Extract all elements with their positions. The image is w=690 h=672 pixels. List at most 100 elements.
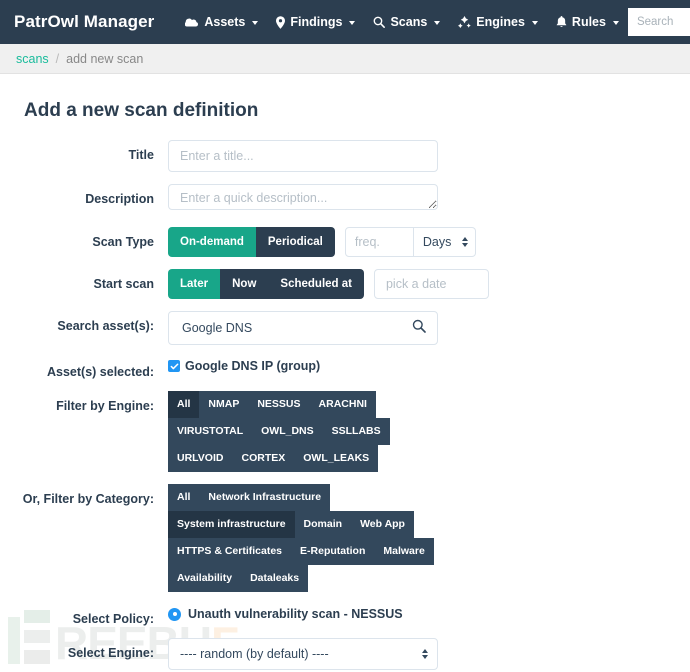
- scan-definition-form: Add a new scan definition Title Descript…: [0, 74, 690, 672]
- engine-filter-urlvoid[interactable]: URLVOID: [168, 445, 233, 472]
- category-filter-all[interactable]: All: [168, 484, 200, 511]
- top-navbar: PatrOwl Manager Assets Findings Scans En…: [0, 0, 690, 44]
- category-filter-availability[interactable]: Availability: [168, 565, 242, 592]
- label-title: Title: [128, 148, 154, 162]
- nav-item-scans-label: Scans: [390, 15, 428, 29]
- label-scan-type: Scan Type: [92, 235, 154, 249]
- engine-filter-nmap[interactable]: NMAP: [199, 391, 249, 418]
- nav-item-engines[interactable]: Engines: [449, 9, 547, 35]
- breadcrumb: scans / add new scan: [0, 44, 690, 74]
- label-assets-selected: Asset(s) selected:: [47, 365, 154, 379]
- policy-option: Unauth vulnerability scan - NESSUS: [168, 604, 670, 621]
- chevron-down-icon: [531, 21, 538, 25]
- engine-filter-all[interactable]: All: [168, 391, 200, 418]
- start-date-input[interactable]: [373, 269, 489, 299]
- category-filter-malware[interactable]: Malware: [374, 538, 434, 565]
- asset-checkbox[interactable]: [168, 360, 180, 372]
- nav-item-engines-label: Engines: [476, 15, 525, 29]
- cloud-icon: [185, 17, 199, 28]
- frequency-group: Days: [344, 227, 476, 257]
- asset-selected-label: Google DNS IP (group): [185, 359, 321, 373]
- title-input[interactable]: [168, 140, 438, 172]
- engine-filter-owl-dns[interactable]: OWL_DNS: [252, 418, 323, 445]
- chevron-down-icon: [434, 21, 441, 25]
- policy-label: Unauth vulnerability scan - NESSUS: [188, 607, 403, 621]
- category-filter-domain[interactable]: Domain: [294, 511, 352, 538]
- engine-filter-arachni[interactable]: ARACHNI: [309, 391, 376, 418]
- label-filter-category: Or, Filter by Category:: [22, 492, 154, 506]
- magic-wand-icon: [458, 15, 472, 29]
- scan-type-toggle-group: On-demand Periodical: [168, 227, 335, 257]
- label-search-assets: Search asset(s):: [57, 319, 154, 333]
- breadcrumb-separator: /: [55, 51, 60, 66]
- page-title: Add a new scan definition: [24, 100, 259, 121]
- breadcrumb-link-scans[interactable]: scans: [16, 52, 49, 66]
- search-icon: [373, 16, 386, 28]
- engine-filter-ssllabs[interactable]: SSLLABS: [322, 418, 390, 445]
- form-row-select-engine: Select Engine: ---- random (by default) …: [0, 638, 690, 670]
- category-filter-web-app[interactable]: Web App: [351, 511, 414, 538]
- nav-item-scans[interactable]: Scans: [364, 9, 449, 35]
- label-filter-engine: Filter by Engine:: [56, 399, 154, 413]
- asset-search-box: [168, 311, 438, 345]
- form-row-search-assets: Search asset(s):: [0, 311, 690, 345]
- form-row-description: Description: [0, 184, 690, 215]
- start-scan-toggle-group: Later Now Scheduled at: [168, 269, 364, 299]
- spinner-icon: [461, 237, 468, 247]
- nav-item-findings-label: Findings: [290, 15, 343, 29]
- category-filter-dataleaks[interactable]: Dataleaks: [241, 565, 309, 592]
- description-textarea[interactable]: [168, 184, 438, 210]
- category-filter-network-infrastructure[interactable]: Network Infrastructure: [199, 484, 331, 511]
- search-icon[interactable]: [412, 319, 426, 338]
- map-marker-icon: [276, 15, 286, 29]
- form-row-title: Title: [0, 140, 690, 172]
- nav-item-assets[interactable]: Assets: [176, 9, 267, 35]
- bell-icon: [556, 16, 567, 28]
- nav-item-assets-label: Assets: [204, 15, 246, 29]
- nav-menu: Assets Findings Scans Engines Rules: [176, 9, 628, 35]
- engine-filter-cortex[interactable]: CORTEX: [232, 445, 295, 472]
- frequency-input[interactable]: [344, 227, 414, 257]
- engine-select-value: ---- random (by default) ----: [180, 647, 329, 661]
- search-input[interactable]: [627, 8, 690, 36]
- form-row-scan-type: Scan Type On-demand Periodical Days: [0, 227, 690, 257]
- engine-filter-virustotal[interactable]: VIRUSTOTAL: [168, 418, 253, 445]
- form-row-start-scan: Start scan Later Now Scheduled at: [0, 269, 690, 299]
- engine-filter-nessus[interactable]: NESSUS: [248, 391, 310, 418]
- nav-item-findings[interactable]: Findings: [267, 9, 364, 35]
- label-description: Description: [85, 192, 154, 206]
- global-search: [627, 8, 690, 36]
- frequency-unit-value: Days: [422, 235, 452, 249]
- label-start-scan: Start scan: [93, 277, 154, 291]
- scan-type-option-on-demand[interactable]: On-demand: [168, 227, 256, 257]
- form-row-assets-selected: Asset(s) selected: Google DNS IP (group): [0, 357, 690, 379]
- engine-filter-group: All NMAP NESSUS ARACHNI VIRUSTOTAL OWL_D…: [168, 391, 453, 472]
- scan-type-option-periodical[interactable]: Periodical: [255, 227, 335, 257]
- form-row-filter-category: Or, Filter by Category: All Network Infr…: [0, 484, 690, 592]
- category-filter-https-certificates[interactable]: HTTPS & Certificates: [168, 538, 292, 565]
- breadcrumb-current: add new scan: [66, 51, 144, 66]
- engine-filter-owl-leaks[interactable]: OWL_LEAKS: [294, 445, 379, 472]
- chevron-down-icon: [252, 21, 259, 25]
- engine-select[interactable]: ---- random (by default) ----: [168, 638, 438, 670]
- start-scan-option-later[interactable]: Later: [168, 269, 221, 299]
- form-row-select-policy: Select Policy: Unauth vulnerability scan…: [0, 604, 690, 626]
- chevron-down-icon: [612, 21, 619, 25]
- category-filter-system-infrastructure[interactable]: System infrastructure: [168, 511, 295, 538]
- label-select-engine: Select Engine:: [67, 646, 154, 660]
- spinner-icon: [422, 649, 428, 659]
- nav-item-rules[interactable]: Rules: [547, 9, 628, 35]
- policy-radio[interactable]: [168, 607, 181, 621]
- start-scan-option-now[interactable]: Now: [220, 269, 269, 299]
- category-filter-e-reputation[interactable]: E-Reputation: [291, 538, 375, 565]
- chevron-down-icon: [349, 21, 356, 25]
- asset-selected-item: Google DNS IP (group): [168, 357, 670, 373]
- asset-search-input[interactable]: [180, 320, 412, 336]
- brand-title[interactable]: PatrOwl Manager: [14, 12, 154, 32]
- start-scan-option-scheduled-at[interactable]: Scheduled at: [268, 269, 364, 299]
- nav-item-rules-label: Rules: [571, 15, 606, 29]
- frequency-unit-select[interactable]: Days: [413, 227, 476, 257]
- form-row-filter-engine: Filter by Engine: All NMAP NESSUS ARACHN…: [0, 391, 690, 472]
- category-filter-group: All Network Infrastructure System infras…: [168, 484, 455, 592]
- label-select-policy: Select Policy:: [72, 612, 154, 626]
